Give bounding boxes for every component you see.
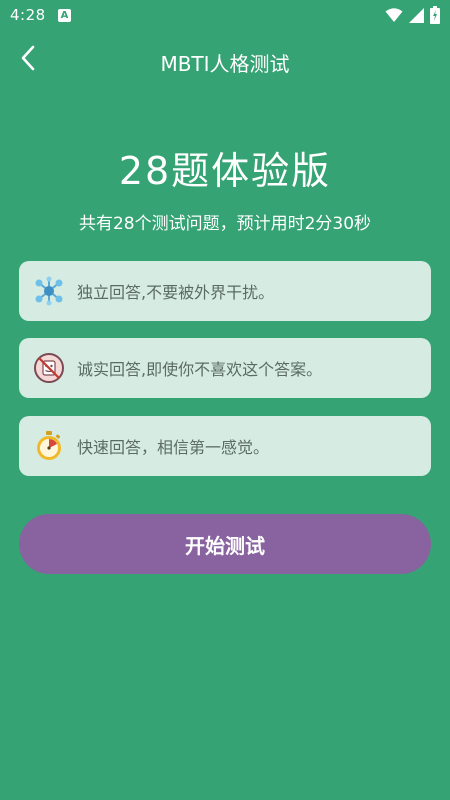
stopwatch-icon bbox=[33, 430, 65, 462]
tip-text: 独立回答,不要被外界干扰。 bbox=[77, 283, 275, 302]
status-icons bbox=[385, 6, 440, 28]
molecule-icon bbox=[33, 275, 65, 307]
a-notification-icon: A bbox=[58, 9, 71, 22]
tip-card-independent: 独立回答,不要被外界干扰。 bbox=[19, 261, 431, 321]
signal-icon bbox=[409, 7, 424, 27]
status-bar: 4:28 A bbox=[0, 0, 450, 32]
no-pretend-icon bbox=[33, 352, 65, 384]
tip-card-fast: 快速回答，相信第一感觉。 bbox=[19, 416, 431, 476]
test-version-heading: 28题体验版 bbox=[118, 149, 332, 193]
battery-icon bbox=[430, 6, 440, 28]
page-title: MBTI人格测试 bbox=[160, 52, 290, 76]
status-time: 4:28 bbox=[10, 6, 46, 24]
tip-card-honest: 诚实回答,即使你不喜欢这个答案。 bbox=[19, 338, 431, 398]
app-bar: MBTI人格测试 bbox=[0, 32, 450, 90]
tip-text: 快速回答，相信第一感觉。 bbox=[77, 438, 270, 457]
wifi-icon bbox=[385, 7, 403, 27]
test-info-text: 共有28个测试问题，预计用时2分30秒 bbox=[78, 214, 372, 234]
start-test-button[interactable]: 开始测试 bbox=[19, 514, 431, 574]
tip-text: 诚实回答,即使你不喜欢这个答案。 bbox=[77, 360, 323, 379]
